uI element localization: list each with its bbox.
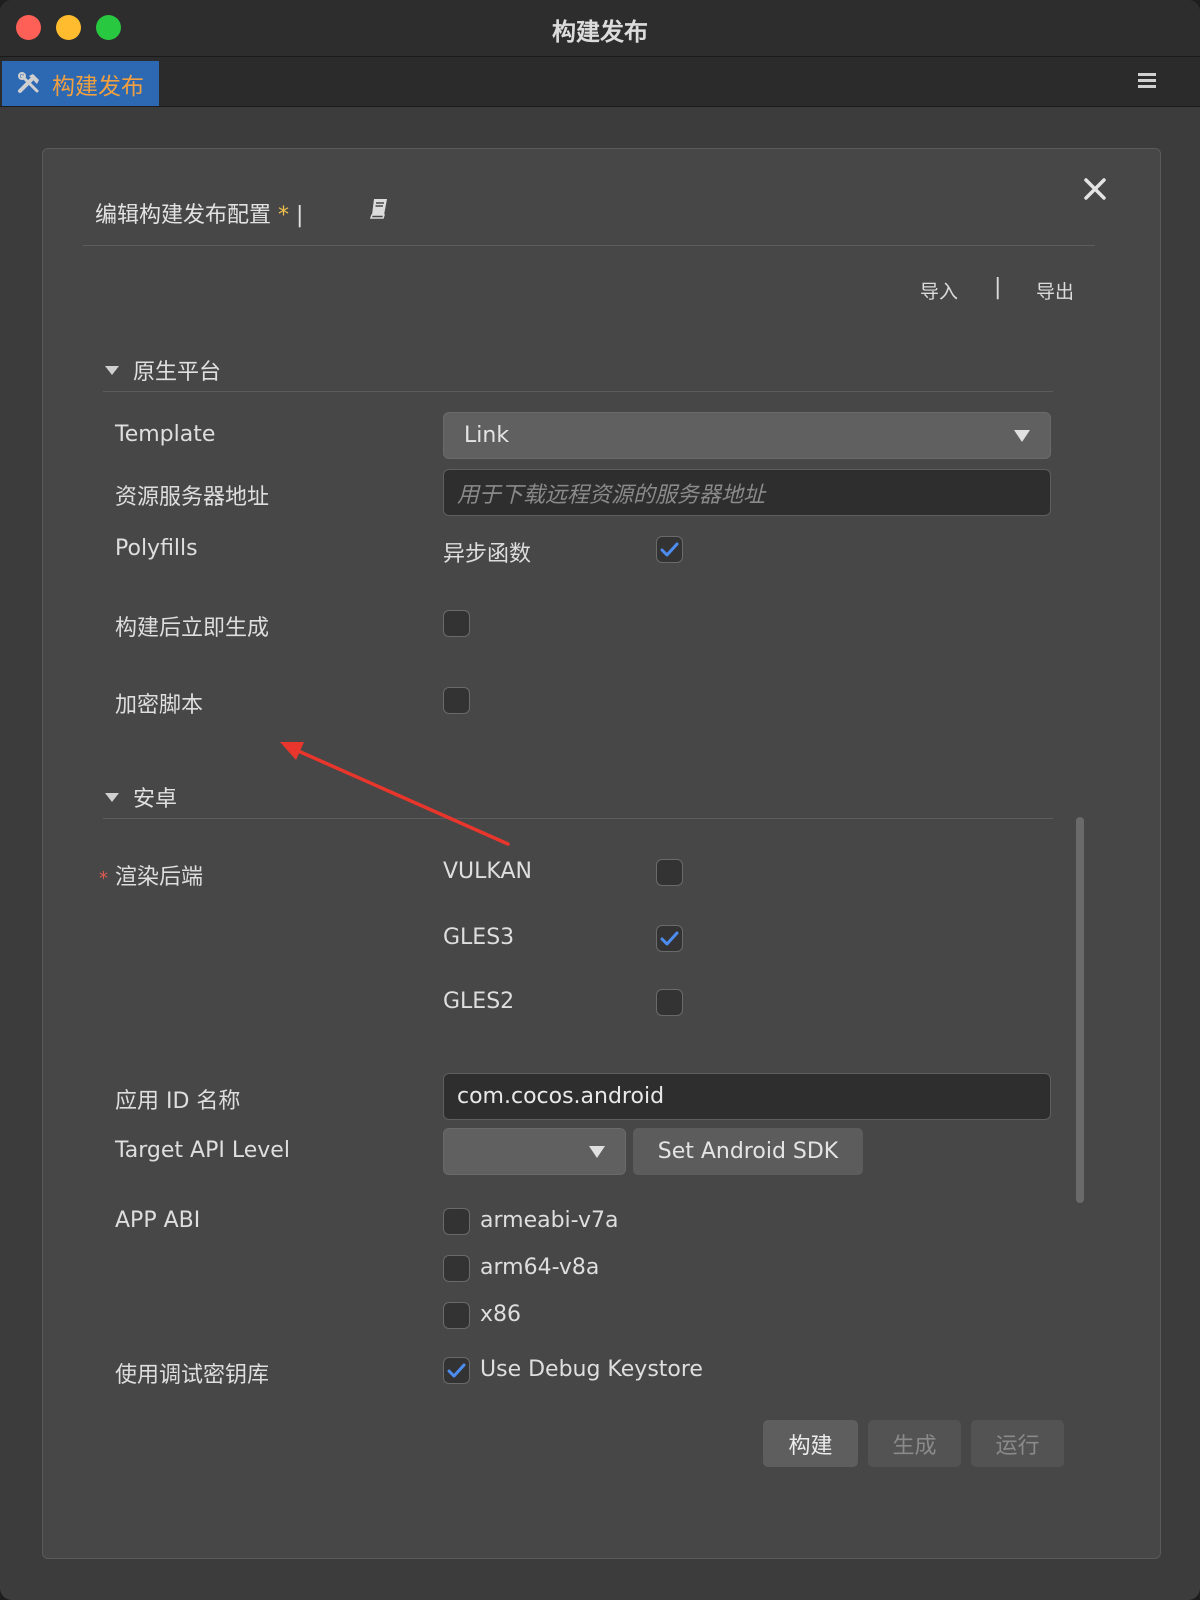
annotation-arrow [280,742,510,846]
build-window: 构建发布 构建发布 编辑构建发布配置 * | 导入 | 导出 原生平台 Temp… [0,0,1200,1600]
